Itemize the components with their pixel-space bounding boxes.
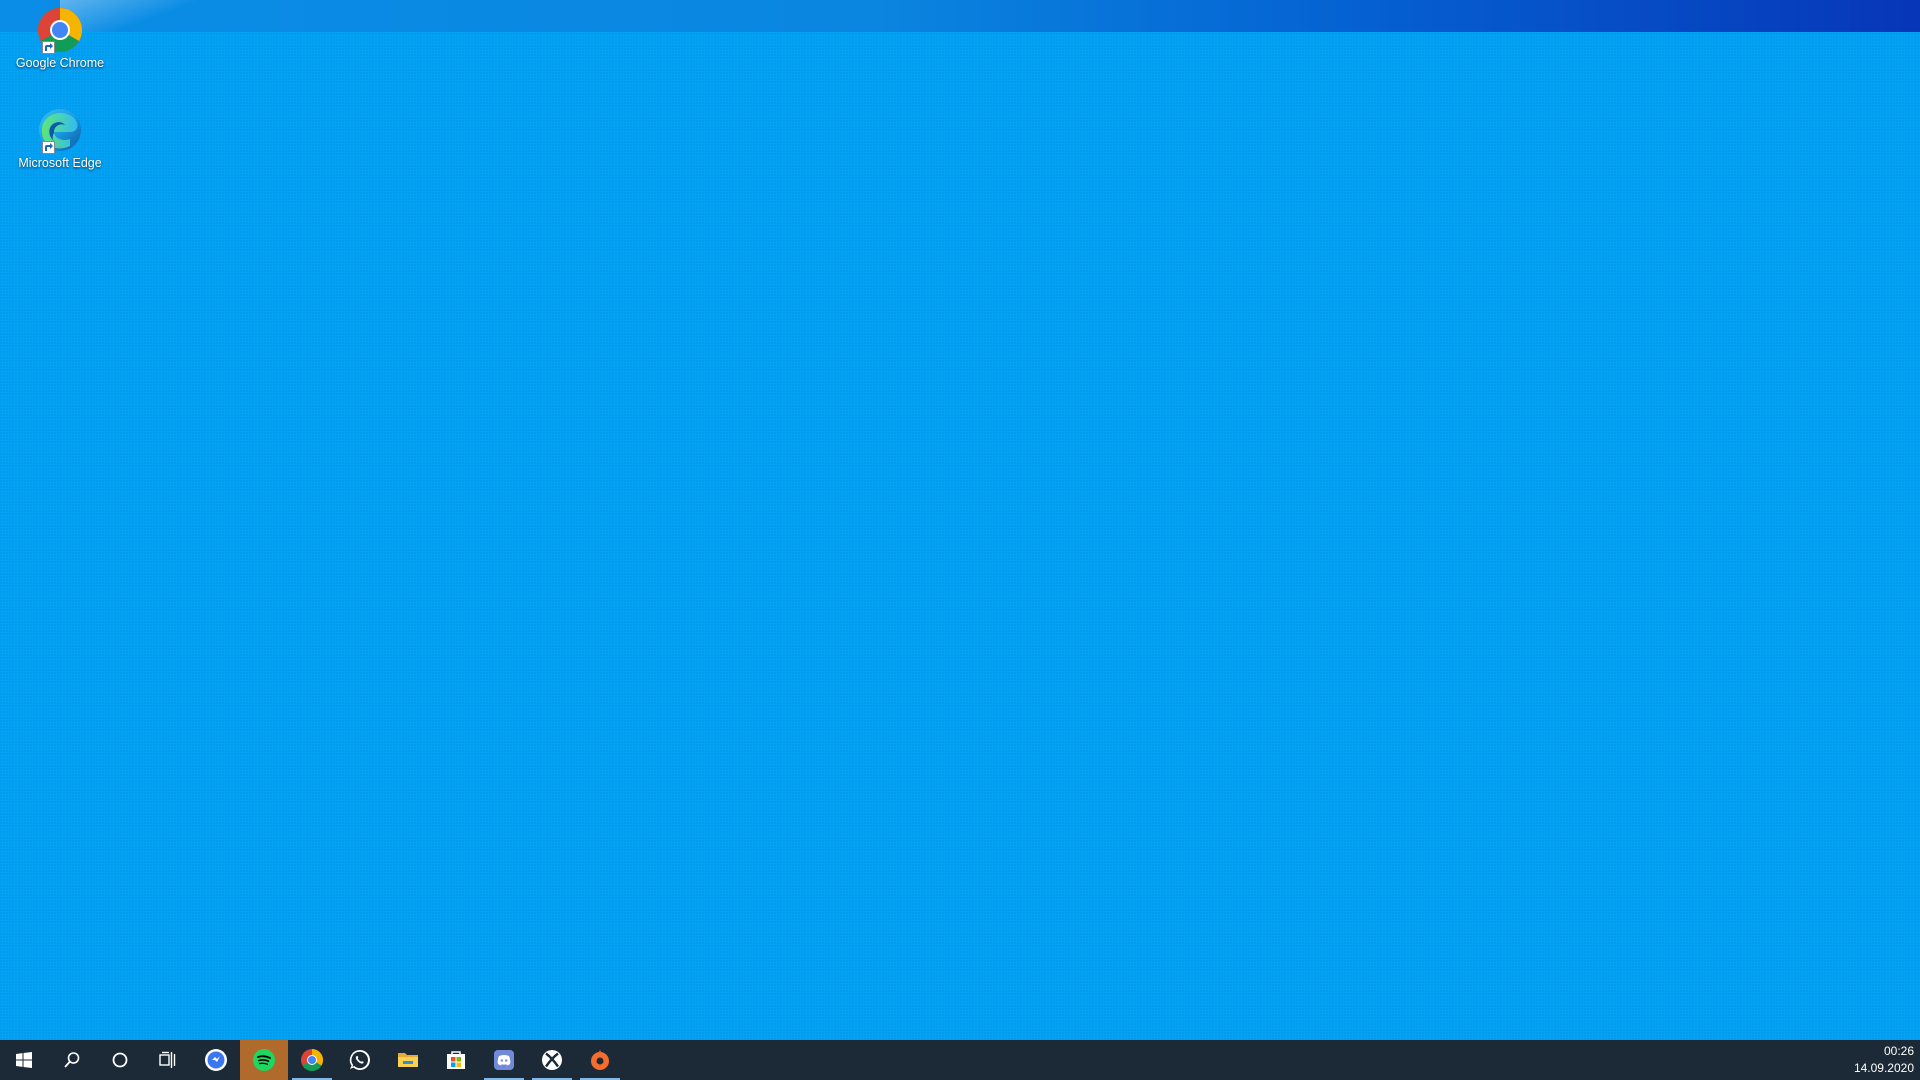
taskbar-app-store[interactable] xyxy=(432,1040,480,1080)
origin-icon xyxy=(591,1050,609,1070)
search-icon xyxy=(64,1052,80,1068)
search-button[interactable] xyxy=(48,1040,96,1080)
wallpaper-top-band xyxy=(0,0,1920,32)
taskbar-app-origin[interactable] xyxy=(576,1040,624,1080)
taskbar-app-spotify[interactable] xyxy=(240,1040,288,1080)
system-clock[interactable]: 00:26 14.09.2020 xyxy=(1854,1040,1914,1080)
xbox-icon xyxy=(542,1050,562,1070)
shortcut-arrow-icon xyxy=(42,41,55,54)
desktop-icon-label: Microsoft Edge xyxy=(18,156,102,170)
chrome-icon xyxy=(301,1049,323,1071)
windows-logo-icon xyxy=(16,1052,32,1068)
folder-icon xyxy=(398,1053,418,1067)
desktop: Google Chrome Microsoft Edge xyxy=(0,0,1920,1040)
task-view-icon xyxy=(159,1051,176,1068)
taskbar xyxy=(0,1040,1920,1080)
messenger-icon xyxy=(205,1049,227,1071)
start-button[interactable] xyxy=(0,1040,48,1080)
taskbar-app-signal[interactable] xyxy=(192,1040,240,1080)
whatsapp-icon xyxy=(349,1049,370,1070)
taskbar-app-discord[interactable] xyxy=(480,1040,528,1080)
circle-icon xyxy=(112,1052,128,1068)
clock-time: 00:26 xyxy=(1883,1044,1914,1058)
chrome-icon xyxy=(36,6,84,54)
desktop-icon-microsoft-edge[interactable]: Microsoft Edge xyxy=(14,106,106,170)
taskbar-app-chrome[interactable] xyxy=(288,1040,336,1080)
taskbar-app-xbox[interactable] xyxy=(528,1040,576,1080)
taskbar-app-file-explorer[interactable] xyxy=(384,1040,432,1080)
shortcut-arrow-icon xyxy=(42,141,55,154)
store-icon xyxy=(447,1051,465,1069)
discord-icon xyxy=(494,1050,514,1070)
taskbar-app-whatsapp[interactable] xyxy=(336,1040,384,1080)
clock-date: 14.09.2020 xyxy=(1853,1061,1914,1075)
spotify-icon xyxy=(253,1049,275,1071)
task-view-button[interactable] xyxy=(144,1040,192,1080)
desktop-icon-google-chrome[interactable]: Google Chrome xyxy=(14,6,106,70)
desktop-icon-label: Google Chrome xyxy=(15,56,105,70)
edge-icon xyxy=(36,106,84,154)
cortana-button[interactable] xyxy=(96,1040,144,1080)
